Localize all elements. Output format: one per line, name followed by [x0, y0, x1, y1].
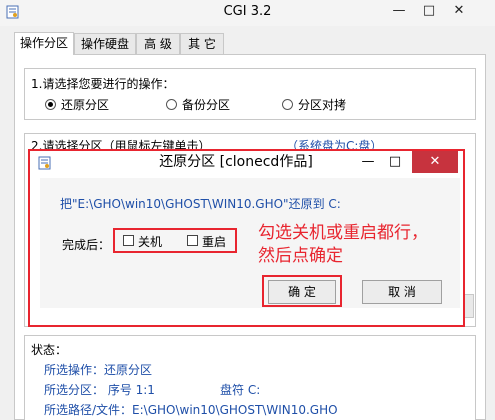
- tab-other[interactable]: 其 它: [180, 33, 224, 54]
- status-path: 所选路径/文件：E:\GHO\win10\GHOST\WIN10.GHO: [44, 403, 338, 417]
- status-drive: 盘符 C:: [220, 383, 261, 397]
- radio-backup-label: 备份分区: [182, 98, 231, 112]
- radio-backup-indicator[interactable]: [166, 99, 177, 110]
- radio-backup[interactable]: 备份分区: [166, 96, 256, 112]
- status-operation: 所选操作：还原分区: [44, 363, 153, 377]
- partition-scrollbar[interactable]: [464, 294, 474, 318]
- tab-disk-ops[interactable]: 操作硬盘: [74, 33, 136, 54]
- radio-restore[interactable]: 还原分区: [45, 96, 135, 112]
- radio-copy[interactable]: 分区对拷: [282, 96, 372, 112]
- dialog-highlight: [28, 149, 465, 327]
- radio-copy-label: 分区对拷: [298, 98, 347, 112]
- operation-label: 1.请选择您要进行的操作：: [31, 77, 175, 91]
- radio-restore-label: 还原分区: [61, 98, 110, 112]
- tab-partition-ops[interactable]: 操作分区: [14, 32, 74, 55]
- close-icon[interactable]: ✕: [444, 0, 474, 22]
- maximize-icon[interactable]: □: [414, 0, 444, 22]
- tab-advanced[interactable]: 高 级: [136, 33, 180, 54]
- radio-copy-indicator[interactable]: [282, 99, 293, 110]
- radio-restore-indicator[interactable]: [45, 99, 56, 110]
- status-label: 状态：: [31, 343, 68, 357]
- status-partition: 所选分区： 序号 1:1: [44, 383, 155, 397]
- minimize-icon[interactable]: —: [384, 0, 414, 22]
